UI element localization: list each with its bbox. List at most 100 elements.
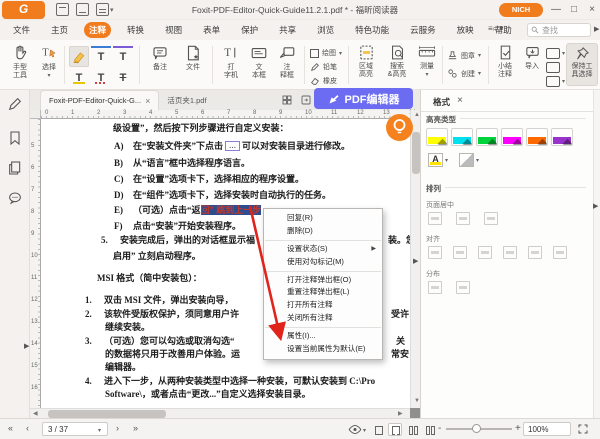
search-expand-icon[interactable]: ▶ bbox=[594, 25, 599, 33]
highlight-color-swatch[interactable] bbox=[551, 128, 573, 146]
comment-popup-caret-icon[interactable]: ▾ bbox=[562, 50, 565, 57]
pages-icon[interactable] bbox=[7, 160, 23, 176]
menu-item-5[interactable]: 表单 bbox=[198, 22, 225, 38]
typewriter-tool-button[interactable]: T 打 字机 bbox=[218, 44, 244, 80]
distribute-horizontal-icon[interactable] bbox=[428, 281, 442, 294]
page-dropdown-caret-icon[interactable]: ▾ bbox=[98, 427, 101, 434]
zoom-out-button[interactable]: - bbox=[438, 423, 441, 434]
next-page-button[interactable]: › bbox=[116, 423, 119, 433]
context-menu-item[interactable]: 设置当前属性为默认(E) bbox=[264, 343, 382, 356]
save-icon[interactable] bbox=[76, 3, 89, 16]
select-tool-button[interactable]: T 选择 ▾ bbox=[36, 44, 62, 79]
distribute-vertical-icon[interactable] bbox=[456, 281, 470, 294]
menu-item-4[interactable]: 视图 bbox=[160, 22, 187, 38]
align-top-icon[interactable] bbox=[503, 246, 517, 259]
opacity-dropdown[interactable]: ▾ bbox=[459, 153, 479, 167]
sidebar-expand-icon[interactable]: ▶ bbox=[24, 342, 29, 350]
align-center-icon[interactable] bbox=[453, 246, 467, 259]
quick-access-caret-icon[interactable]: ▾ bbox=[110, 6, 114, 14]
view-eye-caret-icon[interactable]: ▾ bbox=[363, 427, 366, 434]
single-page-view-button[interactable] bbox=[371, 423, 385, 436]
search-input[interactable]: 查找 bbox=[527, 23, 591, 37]
draw-tool-button[interactable]: 绘图▾ bbox=[310, 48, 342, 58]
zoom-slider-knob[interactable] bbox=[472, 424, 481, 433]
first-page-button[interactable]: « bbox=[8, 423, 13, 433]
textbox-tool-button[interactable]: 文 本框 bbox=[246, 44, 272, 80]
comment-style-caret-icon[interactable]: ▾ bbox=[562, 78, 565, 85]
panel-collapse-right-icon[interactable]: ▶ bbox=[413, 257, 418, 265]
comment-style-icon[interactable] bbox=[546, 76, 560, 87]
replace-text-tool-button[interactable]: T bbox=[91, 46, 111, 67]
scroll-right-icon[interactable]: ▶ bbox=[398, 410, 403, 417]
insert-text-tool-button[interactable]: T bbox=[113, 46, 133, 67]
bookmarks-icon[interactable] bbox=[7, 130, 23, 146]
center-horizontal-icon[interactable] bbox=[428, 212, 442, 225]
highlight-color-swatch[interactable] bbox=[426, 128, 448, 146]
tab-detach-icon[interactable] bbox=[300, 94, 312, 106]
highlight-color-swatch[interactable] bbox=[451, 128, 473, 146]
continuous-view-button[interactable] bbox=[388, 423, 402, 436]
align-left-icon[interactable] bbox=[428, 246, 442, 259]
zoom-value-input[interactable] bbox=[523, 422, 571, 436]
last-page-button[interactable]: » bbox=[133, 423, 138, 433]
document-tab[interactable]: Foxit-PDF-Editor-Quick-G...× bbox=[40, 90, 159, 110]
vertical-scroll-thumb[interactable] bbox=[412, 132, 420, 174]
highlight-color-swatch[interactable] bbox=[526, 128, 548, 146]
close-tab-icon[interactable]: × bbox=[145, 96, 150, 106]
measure-tool-button[interactable]: 测量 ▾ bbox=[414, 44, 440, 78]
align-middle-icon[interactable] bbox=[528, 246, 542, 259]
squiggly-tool-button[interactable]: T bbox=[91, 69, 111, 90]
annotation-pen-icon[interactable] bbox=[7, 96, 23, 112]
context-menu-item[interactable]: 属性(I)... bbox=[264, 330, 382, 343]
view-eye-icon[interactable] bbox=[348, 424, 362, 435]
maximize-button[interactable]: □ bbox=[566, 2, 582, 18]
panel-collapse-icon[interactable]: ▶ bbox=[593, 202, 598, 210]
tab-grid-icon[interactable] bbox=[281, 94, 293, 106]
context-menu-item[interactable]: 关闭所有注释 bbox=[264, 312, 382, 325]
area-highlight-button[interactable]: 区域 高亮 bbox=[352, 44, 380, 79]
horizontal-scroll-thumb[interactable] bbox=[48, 410, 166, 418]
highlight-tool-button[interactable] bbox=[69, 46, 89, 67]
create-tool-button[interactable]: 创建▾ bbox=[447, 68, 481, 79]
continuous-facing-view-button[interactable] bbox=[422, 423, 436, 436]
document-tab[interactable]: 活页夹1.pdf bbox=[159, 90, 214, 110]
font-color-dropdown[interactable]: A▾ bbox=[428, 153, 448, 167]
menu-item-6[interactable]: 保护 bbox=[236, 22, 263, 38]
lightbulb-note-icon[interactable] bbox=[386, 114, 413, 141]
zoom-in-button[interactable]: + bbox=[515, 423, 521, 434]
eraser-tool-button[interactable]: 橡皮 bbox=[310, 76, 337, 86]
strikeout-tool-button[interactable]: T bbox=[113, 69, 133, 90]
comments-panel-icon[interactable] bbox=[7, 190, 23, 206]
account-button[interactable]: NICH bbox=[499, 3, 543, 17]
close-button[interactable]: × bbox=[584, 2, 600, 18]
context-menu-item[interactable]: 打开注释弹出框(O) bbox=[264, 274, 382, 287]
underline-tool-button[interactable]: T bbox=[69, 69, 89, 90]
keep-tool-selected-button[interactable]: 保持工 具选择 bbox=[566, 43, 598, 86]
menu-item-0[interactable]: 文件 bbox=[8, 22, 35, 38]
minimize-button[interactable]: — bbox=[548, 2, 564, 18]
note-tool-button[interactable]: 备注 bbox=[145, 44, 175, 72]
context-menu-item[interactable]: 删除(D) bbox=[264, 225, 382, 238]
menu-item-11[interactable]: 放映 bbox=[452, 22, 479, 38]
format-panel-close-icon[interactable]: × bbox=[457, 95, 463, 106]
center-vertical-icon[interactable] bbox=[456, 212, 470, 225]
ellipsis-button[interactable]: … bbox=[225, 141, 240, 151]
highlight-color-swatch[interactable] bbox=[476, 128, 498, 146]
scroll-left-icon[interactable]: ◀ bbox=[33, 410, 38, 417]
horizontal-scrollbar[interactable]: ◀ ▶ bbox=[30, 408, 410, 418]
menu-item-2[interactable]: 注释 bbox=[84, 22, 111, 38]
toolbar-mode-icon[interactable]: ≡⌕ ▾ bbox=[488, 24, 514, 37]
format-tab[interactable]: 格式 bbox=[433, 96, 450, 108]
menu-item-9[interactable]: 特色功能 bbox=[350, 22, 394, 38]
facing-view-button[interactable] bbox=[405, 423, 419, 436]
open-file-icon[interactable] bbox=[56, 3, 69, 16]
fullscreen-icon[interactable] bbox=[577, 423, 589, 435]
import-comments-button[interactable]: 导入 bbox=[520, 44, 544, 71]
print-icon[interactable] bbox=[96, 3, 109, 16]
file-attachment-tool-button[interactable]: 文件 bbox=[178, 44, 208, 72]
prev-page-button[interactable]: ‹ bbox=[26, 423, 29, 433]
context-menu-item[interactable]: 设置状态(S)▶ bbox=[264, 243, 382, 256]
center-both-icon[interactable] bbox=[484, 212, 498, 225]
stamp-tool-button[interactable]: 图章▾ bbox=[447, 50, 481, 61]
comment-list-icon[interactable] bbox=[546, 62, 560, 73]
